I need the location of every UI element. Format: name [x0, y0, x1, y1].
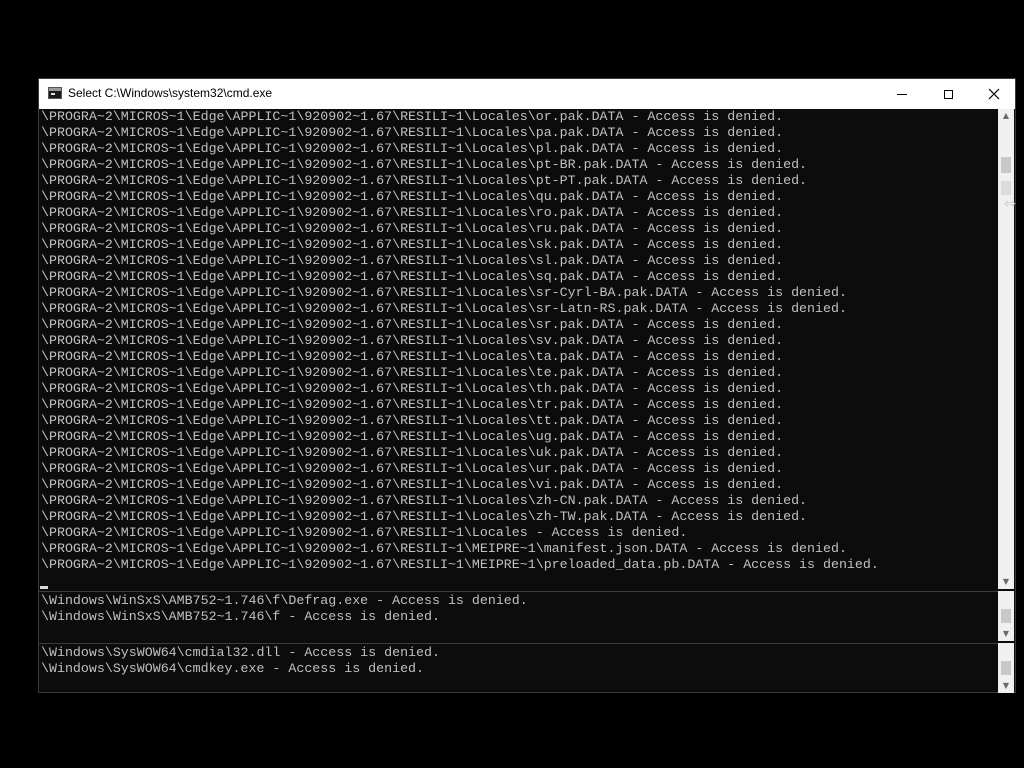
console-line: \PROGRA~2\MICROS~1\Edge\APPLIC~1\920902~… [41, 413, 784, 428]
console-line: \PROGRA~2\MICROS~1\Edge\APPLIC~1\920902~… [41, 285, 847, 300]
pane-divider [39, 591, 999, 592]
window-title: Select C:\Windows\system32\cmd.exe [68, 86, 273, 100]
console-output-pane-3[interactable]: \Windows\SysWOW64\cmdial32.dll - Access … [39, 645, 999, 693]
scroll-down-arrow-icon[interactable]: ▼ [998, 679, 1014, 693]
console-line: \PROGRA~2\MICROS~1\Edge\APPLIC~1\920902~… [41, 141, 784, 156]
console-line: \PROGRA~2\MICROS~1\Edge\APPLIC~1\920902~… [41, 365, 784, 380]
console-line: \PROGRA~2\MICROS~1\Edge\APPLIC~1\920902~… [41, 541, 847, 556]
vertical-scrollbar-main[interactable]: ▲ ▼ [998, 109, 1014, 589]
scrollbar-thumb-secondary[interactable] [1001, 181, 1011, 195]
console-output-main[interactable]: \PROGRA~2\MICROS~1\Edge\APPLIC~1\920902~… [39, 109, 999, 589]
console-line: \PROGRA~2\MICROS~1\Edge\APPLIC~1\920902~… [41, 301, 847, 316]
maximize-icon [943, 89, 953, 99]
console-output-pane-2[interactable]: \Windows\WinSxS\AMB752~1.746\f\Defrag.ex… [39, 593, 999, 641]
console-line: \PROGRA~2\MICROS~1\Edge\APPLIC~1\920902~… [41, 429, 784, 444]
close-button[interactable] [971, 79, 1017, 109]
cmd-app-icon[interactable] [48, 87, 62, 99]
scroll-down-arrow-icon[interactable]: ▼ [998, 627, 1014, 641]
console-line: \PROGRA~2\MICROS~1\Edge\APPLIC~1\920902~… [41, 445, 784, 460]
minimize-button[interactable] [879, 79, 925, 109]
maximize-button[interactable] [925, 79, 971, 109]
console-line: \PROGRA~2\MICROS~1\Edge\APPLIC~1\920902~… [41, 509, 808, 524]
console-line: \PROGRA~2\MICROS~1\Edge\APPLIC~1\920902~… [41, 557, 879, 572]
console-line: \PROGRA~2\MICROS~1\Edge\APPLIC~1\920902~… [41, 189, 784, 204]
vertical-scrollbar-pane-2[interactable]: ▼ [998, 591, 1014, 641]
console-line: \PROGRA~2\MICROS~1\Edge\APPLIC~1\920902~… [41, 461, 784, 476]
console-line: \PROGRA~2\MICROS~1\Edge\APPLIC~1\920902~… [41, 269, 784, 284]
console-line: \PROGRA~2\MICROS~1\Edge\APPLIC~1\920902~… [41, 381, 784, 396]
console-line: \PROGRA~2\MICROS~1\Edge\APPLIC~1\920902~… [41, 397, 784, 412]
console-line: \PROGRA~2\MICROS~1\Edge\APPLIC~1\920902~… [41, 349, 784, 364]
scroll-up-arrow-icon[interactable]: ▲ [998, 109, 1014, 123]
console-line: \Windows\WinSxS\AMB752~1.746\f\Defrag.ex… [41, 593, 528, 608]
console-line: \PROGRA~2\MICROS~1\Edge\APPLIC~1\920902~… [41, 525, 688, 540]
console-line: \Windows\SysWOW64\cmdkey.exe - Access is… [41, 661, 425, 676]
console-line: \Windows\WinSxS\AMB752~1.746\f - Access … [41, 609, 440, 624]
vertical-scrollbar-pane-3[interactable]: ▼ [998, 643, 1014, 693]
console-line: \PROGRA~2\MICROS~1\Edge\APPLIC~1\920902~… [41, 317, 784, 332]
scroll-down-arrow-icon[interactable]: ▼ [998, 575, 1014, 589]
resize-cursor-icon: ⇔ [1004, 196, 1016, 212]
console-line: \PROGRA~2\MICROS~1\Edge\APPLIC~1\920902~… [41, 125, 784, 140]
cmd-window: Select C:\Windows\system32\cmd.exe \PROG… [38, 78, 1016, 693]
scrollbar-thumb[interactable] [1001, 157, 1011, 173]
console-line: \PROGRA~2\MICROS~1\Edge\APPLIC~1\920902~… [41, 205, 784, 220]
console-line: \PROGRA~2\MICROS~1\Edge\APPLIC~1\920902~… [41, 109, 784, 124]
console-line: \PROGRA~2\MICROS~1\Edge\APPLIC~1\920902~… [41, 493, 808, 508]
console-line: \PROGRA~2\MICROS~1\Edge\APPLIC~1\920902~… [41, 333, 784, 348]
scrollbar-thumb[interactable] [1001, 661, 1011, 675]
console-line: \PROGRA~2\MICROS~1\Edge\APPLIC~1\920902~… [41, 237, 784, 252]
console-line: \Windows\SysWOW64\cmdial32.dll - Access … [41, 645, 440, 660]
scrollbar-thumb[interactable] [1001, 609, 1011, 623]
console-line: \PROGRA~2\MICROS~1\Edge\APPLIC~1\920902~… [41, 173, 808, 188]
console-line: \PROGRA~2\MICROS~1\Edge\APPLIC~1\920902~… [41, 253, 784, 268]
close-icon [988, 88, 1000, 100]
console-line: \PROGRA~2\MICROS~1\Edge\APPLIC~1\920902~… [41, 477, 784, 492]
pane-divider [39, 643, 999, 644]
console-cursor [40, 586, 48, 589]
console-line: \PROGRA~2\MICROS~1\Edge\APPLIC~1\920902~… [41, 157, 808, 172]
minimize-icon [897, 93, 907, 95]
title-bar[interactable]: Select C:\Windows\system32\cmd.exe [39, 79, 1015, 109]
console-line: \PROGRA~2\MICROS~1\Edge\APPLIC~1\920902~… [41, 221, 784, 236]
